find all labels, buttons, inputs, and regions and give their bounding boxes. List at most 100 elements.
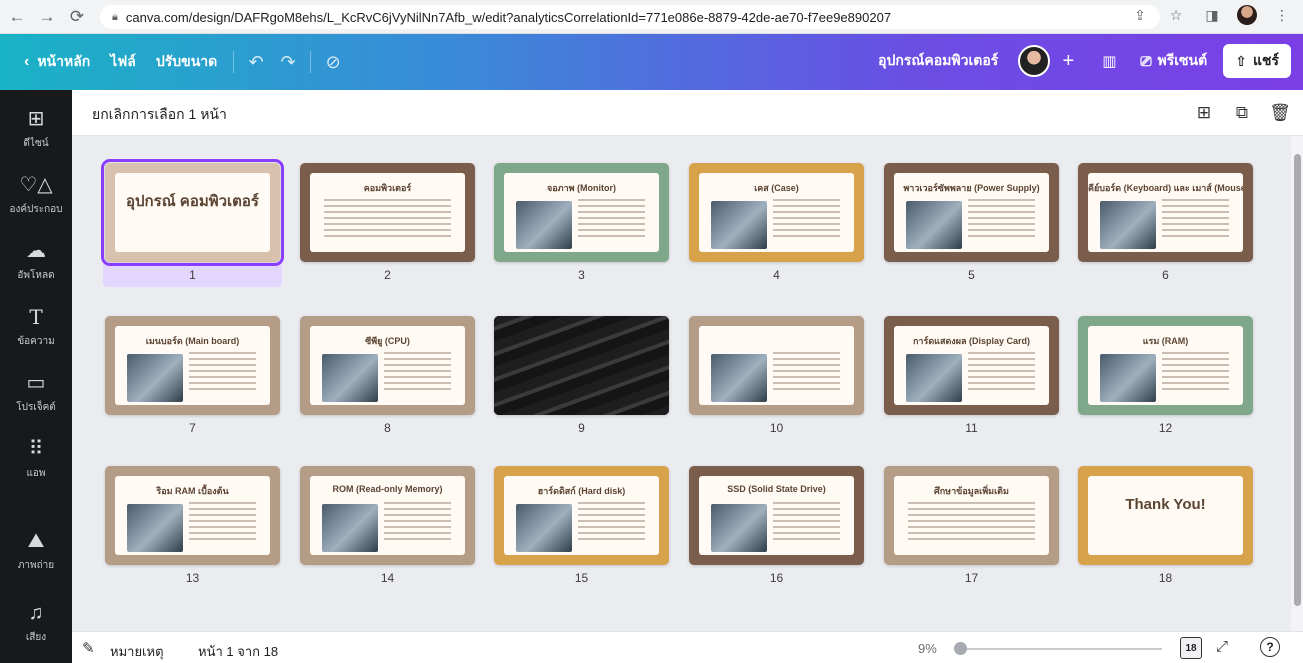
slide-title: พาวเวอร์ซัพพลาย (Power Supply) xyxy=(903,183,1040,193)
slide-image xyxy=(906,354,962,402)
slide-title: SSD (Solid State Drive) xyxy=(727,484,826,494)
cloud-saved-icon[interactable]: ⊘ xyxy=(317,52,349,73)
sidebar-item-elements[interactable]: ♡△ องค์ประกอบ xyxy=(0,162,72,228)
deselect-pages-button[interactable]: ยกเลิกการเลือก 1 หน้า xyxy=(92,104,227,126)
slide-thumbnail[interactable] xyxy=(494,316,669,415)
slide-image xyxy=(322,354,378,402)
zoom-slider-handle[interactable] xyxy=(954,642,967,655)
browser-menu-icon[interactable]: ⋮ xyxy=(1271,4,1293,26)
slide-title: การ์ดแสดงผล (Display Card) xyxy=(912,336,1031,346)
notes-button[interactable]: หมายเหตุ xyxy=(110,641,164,662)
slide-body-text xyxy=(773,199,840,238)
sidebar-item-audio[interactable]: ♫ เสียง xyxy=(0,590,72,656)
slide-thumbnail[interactable]: ROM (Read-only Memory) xyxy=(300,466,475,565)
help-button[interactable]: ? xyxy=(1260,637,1280,657)
slide-card: คอมพิวเตอร์ xyxy=(310,173,465,252)
grid-view-button[interactable]: 18 xyxy=(1180,637,1202,659)
duplicate-page-icon[interactable]: ⧉ xyxy=(1231,102,1253,124)
scrollbar-thumb[interactable] xyxy=(1294,154,1301,606)
insights-chart-icon[interactable]: ▥ xyxy=(1094,52,1124,70)
chevron-left-icon: ‹ xyxy=(24,53,30,70)
cloud-upload-icon: ☁ xyxy=(26,239,46,262)
present-button[interactable]: ⎚ พรีเซนต์ xyxy=(1130,44,1217,78)
sidebar-item-label: อัพโหลด xyxy=(17,269,55,281)
home-button[interactable]: ‹ หน้าหลัก xyxy=(14,44,100,80)
zoom-percentage[interactable]: 9% xyxy=(918,641,937,656)
share-button[interactable]: ⇧ แชร์ xyxy=(1223,44,1291,78)
sidebar-item-uploads[interactable]: ☁ อัพโหลด xyxy=(0,228,72,294)
slide-card: ฮาร์ดดิสก์ (Hard disk) xyxy=(504,476,659,555)
slide-number: 18 xyxy=(1158,571,1173,585)
sidebar-item-label: ข้อความ xyxy=(17,335,55,347)
add-page-icon[interactable]: ⊞ xyxy=(1193,102,1215,124)
sidebar-item-label: ภาพถ่าย xyxy=(17,559,55,571)
document-title[interactable]: อุปกรณ์คอมพิวเตอร์ xyxy=(878,50,998,72)
slide-thumbnail[interactable]: ฮาร์ดดิสก์ (Hard disk) xyxy=(494,466,669,565)
share-page-icon[interactable]: ⇪ xyxy=(1129,4,1151,26)
slide-number: 16 xyxy=(769,571,784,585)
slide-thumbnail[interactable]: ริอม RAM เบื้องต้น xyxy=(105,466,280,565)
file-menu-button[interactable]: ไฟล์ xyxy=(100,44,146,80)
slide-thumbnail[interactable]: ซีพียู (CPU) xyxy=(300,316,475,415)
slide-thumbnail[interactable]: แรม (RAM) xyxy=(1078,316,1253,415)
sidebar-item-apps[interactable]: ⠿ แอพ xyxy=(0,426,72,492)
grid-scrollbar[interactable] xyxy=(1291,136,1303,631)
url-text: canva.com/design/DAFRgoM8ehs/L_KcRvC6jVy… xyxy=(125,9,892,25)
editor-top-bar: ‹ หน้าหลัก ไฟล์ ปรับขนาด ↶ ↷ ⊘ อุปกรณ์คอ… xyxy=(0,34,1303,90)
slide-image xyxy=(711,504,767,552)
present-screen-icon: ⎚ xyxy=(1140,52,1152,69)
add-collaborator-icon[interactable]: + xyxy=(1056,50,1080,73)
sidebar-item-photos[interactable]: ⛰ ภาพถ่าย xyxy=(0,518,72,584)
slide-thumbnail[interactable]: อุปกรณ์ คอมพิวเตอร์ xyxy=(101,159,284,266)
slide-thumbnail[interactable]: การ์ดแสดงผล (Display Card) xyxy=(884,316,1059,415)
resize-button[interactable]: ปรับขนาด xyxy=(146,44,227,80)
shapes-icon: ♡△ xyxy=(19,173,53,196)
slide-body-text xyxy=(908,502,1035,541)
slide-thumbnail[interactable]: คีย์บอร์ด (Keyboard) และ เมาส์ (Mouse) xyxy=(1078,163,1253,262)
slide-body-text xyxy=(578,502,645,541)
sidebar-item-label: แอพ xyxy=(26,467,46,479)
slide-card: ซีพียู (CPU) xyxy=(310,326,465,405)
slide-thumbnail[interactable]: Thank You! xyxy=(1078,466,1253,565)
slide-number: 2 xyxy=(384,268,391,282)
slide-thumbnail[interactable]: เมนบอร์ด (Main board) xyxy=(105,316,280,415)
slide-thumbnail[interactable]: จอภาพ (Monitor) xyxy=(494,163,669,262)
fullscreen-icon[interactable]: ⤢ xyxy=(1216,638,1228,655)
reload-icon[interactable]: ⟳ xyxy=(64,4,90,30)
slide-thumbnail[interactable]: พาวเวอร์ซัพพลาย (Power Supply) xyxy=(884,163,1059,262)
zoom-slider-track[interactable] xyxy=(962,648,1162,650)
slide-thumbnail[interactable] xyxy=(689,316,864,415)
slide-card: Thank You! xyxy=(1088,476,1243,555)
address-bar[interactable]: 🔒︎ canva.com/design/DAFRgoM8ehs/L_KcRvC6… xyxy=(100,5,1160,29)
folder-icon: ▭ xyxy=(26,371,46,394)
sidebar-item-label: องค์ประกอบ xyxy=(9,203,63,215)
divider xyxy=(310,51,312,73)
slide-title: ริอม RAM เบื้องต้น xyxy=(156,486,229,496)
trash-icon[interactable]: 🗑︎ xyxy=(1269,102,1291,124)
back-arrow-icon[interactable]: ← xyxy=(4,4,30,30)
apps-icon: ⠿ xyxy=(28,437,44,460)
sidebar-item-projects[interactable]: ▭ โปรเจ็คต์ xyxy=(0,360,72,426)
sidebar-item-design[interactable]: ⊞ ดีไซน์ xyxy=(0,96,72,162)
slide-card: SSD (Solid State Drive) xyxy=(699,476,854,555)
slide-thumbnail[interactable]: ศึกษาข้อมูลเพิ่มเติม xyxy=(884,466,1059,565)
profile-avatar[interactable] xyxy=(1237,5,1257,25)
slide-body-text xyxy=(324,199,451,238)
slide-title: ศึกษาข้อมูลเพิ่มเติม xyxy=(934,486,1009,496)
slide-number: 15 xyxy=(574,571,589,585)
slide-title: เคส (Case) xyxy=(754,183,799,193)
slide-thumbnail[interactable]: คอมพิวเตอร์ xyxy=(300,163,475,262)
redo-icon[interactable]: ↷ xyxy=(272,52,304,73)
sidebar-item-text[interactable]: T ข้อความ xyxy=(0,294,72,360)
forward-arrow-icon[interactable]: → xyxy=(34,4,60,30)
slide-card: ศึกษาข้อมูลเพิ่มเติม xyxy=(894,476,1049,555)
slide-number: 14 xyxy=(380,571,395,585)
notes-icon[interactable]: ✎ xyxy=(82,639,95,657)
collaborator-avatar[interactable] xyxy=(1018,45,1051,77)
slide-card: ริอม RAM เบื้องต้น xyxy=(115,476,270,555)
undo-icon[interactable]: ↶ xyxy=(240,52,272,73)
slide-thumbnail[interactable]: เคส (Case) xyxy=(689,163,864,262)
bookmark-star-icon[interactable]: ☆ xyxy=(1165,4,1187,26)
sidepanel-icon[interactable]: ◨ xyxy=(1201,4,1223,26)
slide-thumbnail[interactable]: SSD (Solid State Drive) xyxy=(689,466,864,565)
